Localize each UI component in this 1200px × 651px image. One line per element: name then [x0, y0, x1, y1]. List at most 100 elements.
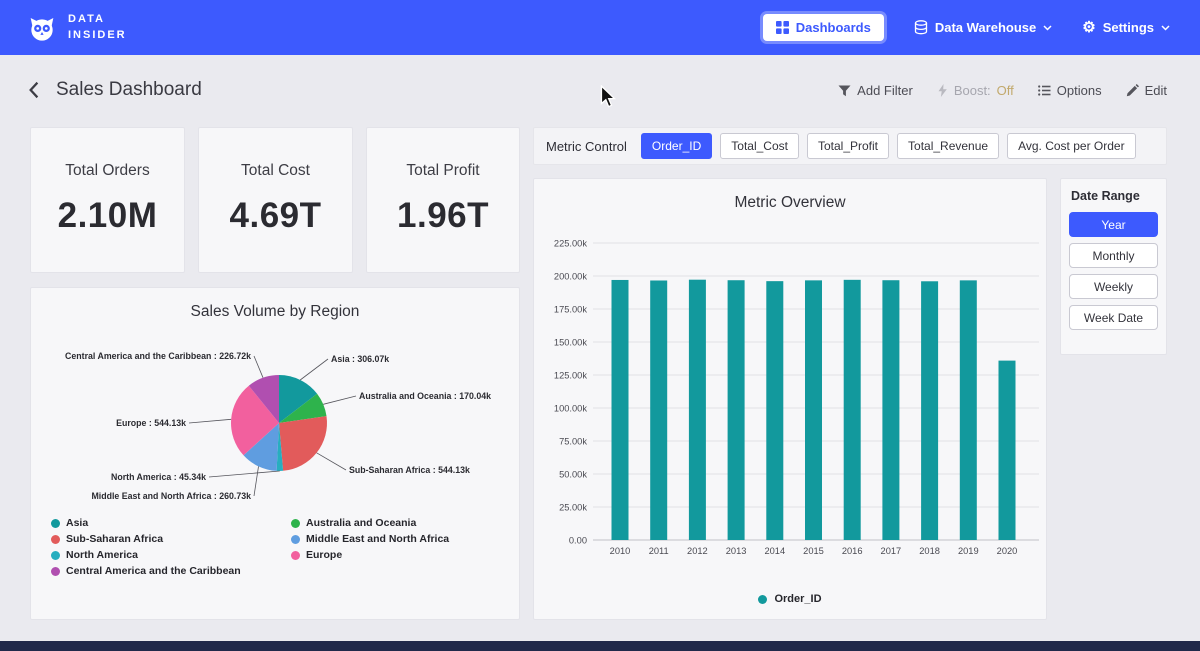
metric-button-total-cost[interactable]: Total_Cost: [720, 133, 799, 159]
brand-line2: INSIDER: [68, 28, 127, 43]
legend-item-north-america[interactable]: North America: [51, 549, 291, 561]
boost-toggle[interactable]: Boost: Off: [937, 83, 1014, 98]
x-tick-label: 2010: [610, 546, 631, 556]
metric-button-avg-cost-per-order[interactable]: Avg. Cost per Order: [1007, 133, 1136, 159]
bar-2020[interactable]: [999, 361, 1016, 540]
y-tick-label: 150.00k: [554, 338, 587, 348]
back-button[interactable]: [27, 81, 41, 99]
y-tick-label: 25.00k: [559, 503, 587, 513]
brand-line1: DATA: [68, 12, 127, 27]
mouse-cursor: [600, 85, 616, 109]
header-actions: Add Filter Boost: Off Options Ed: [838, 83, 1167, 98]
gear-icon: ⚙: [1082, 20, 1095, 35]
legend-dot: [291, 535, 300, 544]
x-tick-label: 2019: [958, 546, 979, 556]
brand-name: DATA INSIDER: [68, 12, 127, 43]
bar-2015[interactable]: [805, 280, 822, 540]
date-range-weekly-button[interactable]: Weekly: [1069, 274, 1158, 299]
legend-item-europe[interactable]: Europe: [291, 549, 449, 561]
boost-icon: [937, 84, 948, 97]
kpi-card-total-cost: Total Cost 4.69T: [198, 127, 353, 273]
legend-item-australia-oceania[interactable]: Australia and Oceania: [291, 517, 449, 529]
legend-item-asia[interactable]: Asia: [51, 517, 291, 529]
bar-2016[interactable]: [844, 280, 861, 540]
dashboards-label: Dashboards: [796, 20, 871, 35]
metric-button-total-revenue[interactable]: Total_Revenue: [897, 133, 999, 159]
bar-2011[interactable]: [650, 280, 667, 540]
legend-dot: [51, 551, 60, 560]
x-tick-label: 2014: [764, 546, 785, 556]
kpi-value: 2.10M: [58, 196, 158, 236]
app-window: DATA INSIDER Dashboards D: [0, 0, 1200, 651]
pie-label-line: [254, 466, 259, 496]
settings-menu[interactable]: ⚙ Settings: [1082, 20, 1170, 35]
pie-label-north-america: North America : 45.34k: [111, 472, 206, 482]
x-tick-label: 2015: [803, 546, 824, 556]
boost-value: Off: [997, 83, 1014, 98]
date-range-year-button[interactable]: Year: [1069, 212, 1158, 237]
legend-label: Australia and Oceania: [306, 517, 416, 529]
add-filter-button[interactable]: Add Filter: [838, 83, 913, 98]
bar-2010[interactable]: [612, 280, 629, 540]
legend-dot: [291, 519, 300, 528]
date-range-card: Date Range Year Monthly Weekly Week Date: [1060, 178, 1167, 355]
add-filter-label: Add Filter: [857, 83, 913, 98]
y-tick-label: 175.00k: [554, 305, 587, 315]
options-button[interactable]: Options: [1038, 83, 1102, 98]
bar-2012[interactable]: [689, 280, 706, 540]
dashboards-grid-icon: [776, 21, 789, 34]
date-range-week-date-button[interactable]: Week Date: [1069, 305, 1158, 330]
pie-label-line: [300, 359, 328, 380]
dashboards-button[interactable]: Dashboards: [763, 14, 884, 41]
edit-button[interactable]: Edit: [1126, 83, 1167, 98]
legend-label: North America: [66, 549, 138, 561]
bar-chart-legend[interactable]: Order_ID: [534, 593, 1046, 605]
brand[interactable]: DATA INSIDER: [26, 12, 127, 44]
chevron-down-icon: [1043, 25, 1052, 31]
bar-2013[interactable]: [728, 280, 745, 540]
bar-2018[interactable]: [921, 281, 938, 540]
chevron-down-icon: [1161, 25, 1170, 31]
pie-chart[interactable]: Asia : 306.07k Australia and Oceania : 17…: [31, 321, 519, 513]
pie-label-sub-saharan-africa: Sub-Saharan Africa : 544.13k: [349, 465, 470, 475]
legend-label: Europe: [306, 549, 342, 561]
metric-button-order-id[interactable]: Order_ID: [641, 133, 712, 159]
legend-item-sub-saharan-africa[interactable]: Sub-Saharan Africa: [51, 533, 291, 545]
legend-dot: [51, 535, 60, 544]
bar-2014[interactable]: [766, 281, 783, 540]
legend-dot: [51, 567, 60, 576]
date-range-monthly-button[interactable]: Monthly: [1069, 243, 1158, 268]
pie-slice-sub-saharan-africa[interactable]: [279, 416, 327, 471]
pencil-icon: [1126, 84, 1139, 97]
metric-control-label: Metric Control: [546, 139, 627, 154]
kpi-label: Total Cost: [241, 162, 310, 180]
metric-control-bar: Metric Control Order_ID Total_Cost Total…: [533, 127, 1167, 165]
data-warehouse-menu[interactable]: Data Warehouse: [914, 20, 1052, 35]
bar-2017[interactable]: [882, 280, 899, 540]
navbar-menu: Dashboards Data Warehouse ⚙ Settings: [763, 14, 1170, 41]
pie-label-europe: Europe : 544.13k: [116, 418, 186, 428]
kpi-card-total-orders: Total Orders 2.10M: [30, 127, 185, 273]
date-range-title: Date Range: [1071, 189, 1158, 203]
kpi-label: Total Orders: [65, 162, 149, 180]
legend-item-central-america[interactable]: Central America and the Caribbean: [51, 565, 291, 577]
metric-button-total-profit[interactable]: Total_Profit: [807, 133, 889, 159]
kpi-label: Total Profit: [406, 162, 479, 180]
bar-chart-title: Metric Overview: [534, 194, 1046, 212]
data-warehouse-label: Data Warehouse: [935, 20, 1036, 35]
x-tick-label: 2017: [881, 546, 902, 556]
bar-chart[interactable]: 0.0025.00k50.00k75.00k100.00k125.00k150.…: [534, 214, 1046, 566]
pie-legend: Asia Sub-Saharan Africa North America Ce…: [31, 517, 519, 577]
legend-label: Sub-Saharan Africa: [66, 533, 163, 545]
pie-label-central-america-and-the-caribbean: Central America and the Caribbean : 226.…: [65, 351, 251, 361]
bar-2019[interactable]: [960, 280, 977, 540]
x-tick-label: 2020: [997, 546, 1018, 556]
x-tick-label: 2012: [687, 546, 708, 556]
pie-label-asia: Asia : 306.07k: [331, 354, 389, 364]
pie-label-australia-and-oceania: Australia and Oceania : 170.04k: [359, 391, 491, 401]
options-label: Options: [1057, 83, 1102, 98]
y-tick-label: 0.00: [569, 536, 587, 546]
legend-label: Asia: [66, 517, 88, 529]
legend-item-middle-east-north-africa[interactable]: Middle East and North Africa: [291, 533, 449, 545]
y-tick-label: 50.00k: [559, 470, 587, 480]
